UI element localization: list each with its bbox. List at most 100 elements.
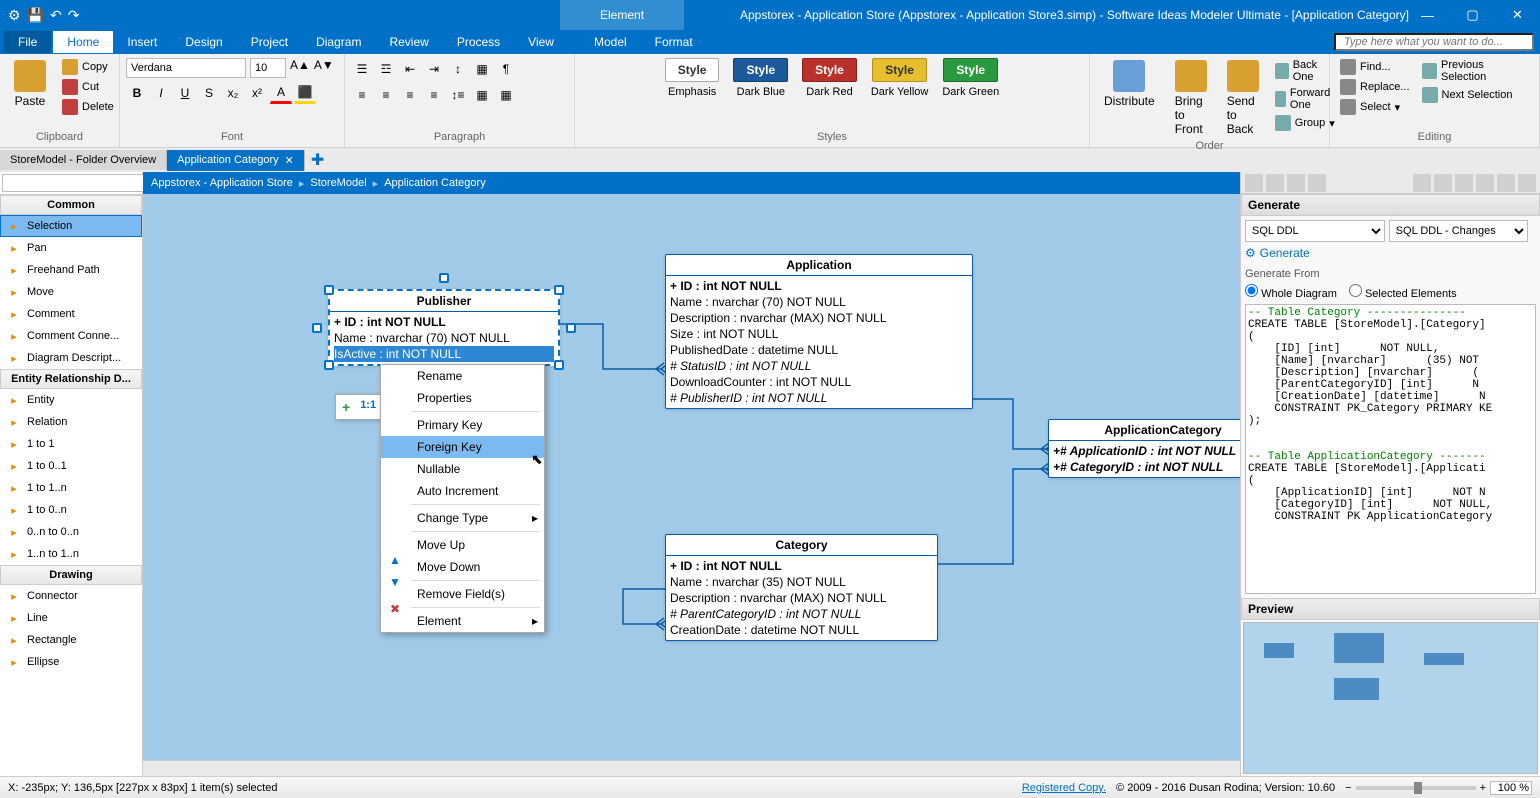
tool-move[interactable]: ▸Move	[0, 281, 142, 303]
underline-button[interactable]: U	[174, 82, 196, 104]
tab-design[interactable]: Design	[171, 31, 236, 53]
add-tab-button[interactable]: ✚	[305, 148, 330, 172]
zoom-value-input[interactable]	[1490, 781, 1532, 795]
toolbox-cat-erd[interactable]: Entity Relationship D...	[0, 369, 142, 389]
rt-icon[interactable]	[1455, 174, 1473, 192]
font-family-combo[interactable]	[126, 58, 246, 78]
paste-button[interactable]: Paste	[6, 58, 54, 110]
radio-selected-elements[interactable]: Selected Elements	[1349, 284, 1457, 300]
line-spacing-button[interactable]: ↕≡	[447, 84, 469, 106]
preview-minimap[interactable]	[1243, 622, 1538, 774]
close-button[interactable]: ✕	[1495, 0, 1540, 30]
gen-mode-select[interactable]: SQL DDL - Changes	[1389, 220, 1529, 242]
tool-freehand-path[interactable]: ▸Freehand Path	[0, 259, 142, 281]
tab-diagram[interactable]: Diagram	[302, 31, 375, 53]
breadcrumb-item[interactable]: Appstorex - Application Store	[151, 177, 293, 189]
indent-inc-button[interactable]: ⇥	[423, 58, 445, 80]
preview-panel-header[interactable]: Preview	[1241, 598, 1540, 620]
maximize-button[interactable]: ▢	[1450, 0, 1495, 30]
replace-button[interactable]: Replace...	[1336, 78, 1414, 96]
prev-selection-button[interactable]: Previous Selection	[1418, 58, 1533, 84]
style-dark-red[interactable]: StyleDark Red	[802, 58, 857, 98]
style-dark-blue[interactable]: StyleDark Blue	[733, 58, 788, 98]
ctx-foreign-key[interactable]: Foreign Key	[381, 436, 544, 458]
subscript-button[interactable]: x₂	[222, 82, 244, 104]
group-button[interactable]: Group ▾	[1271, 114, 1339, 132]
doc-tab-application-category[interactable]: Application Category✕	[167, 150, 305, 171]
entity-publisher[interactable]: Publisher + ID : int NOT NULL Name : nva…	[328, 289, 560, 366]
ctx-primary-key[interactable]: Primary Key	[381, 414, 544, 436]
grow-font-icon[interactable]: A▲	[290, 58, 310, 78]
entity-application[interactable]: Application + ID : int NOT NULLName : nv…	[665, 254, 973, 409]
doc-tab-storemodel[interactable]: StoreModel - Folder Overview	[0, 150, 167, 170]
style-dark-green[interactable]: StyleDark Green	[942, 58, 999, 98]
tool-line[interactable]: ▸Line	[0, 607, 142, 629]
ctx-element[interactable]: Element▸	[381, 610, 544, 632]
next-selection-button[interactable]: Next Selection	[1418, 86, 1533, 104]
rt-icon[interactable]	[1476, 174, 1494, 192]
qat-redo-icon[interactable]: ↷	[68, 7, 80, 24]
tool-1-to-0-n[interactable]: ▸1 to 0..n	[0, 499, 142, 521]
entity-field[interactable]: Name : nvarchar (70) NOT NULL	[334, 330, 554, 346]
mini-add-button[interactable]: +	[338, 397, 354, 417]
sql-output[interactable]: -- Table Category ---------------CREATE …	[1245, 304, 1536, 594]
rt-icon[interactable]	[1266, 174, 1284, 192]
entity-field[interactable]: Name : nvarchar (35) NOT NULL	[670, 574, 933, 590]
tool-ellipse[interactable]: ▸Ellipse	[0, 651, 142, 673]
entity-field[interactable]: + ID : int NOT NULL	[670, 278, 968, 294]
registered-copy-link[interactable]: Registered Copy.	[1022, 782, 1106, 794]
radio-whole-diagram[interactable]: Whole Diagram	[1245, 284, 1337, 300]
bullets-button[interactable]: ☰	[351, 58, 373, 80]
tab-insert[interactable]: Insert	[113, 31, 171, 53]
tab-view[interactable]: View	[514, 31, 568, 53]
para-marks-button[interactable]: ¶	[495, 58, 517, 80]
tool-pan[interactable]: ▸Pan	[0, 237, 142, 259]
rt-icon[interactable]	[1287, 174, 1305, 192]
align-justify-button[interactable]: ≡	[423, 84, 445, 106]
copy-button[interactable]: Copy	[58, 58, 118, 76]
rt-icon[interactable]	[1308, 174, 1326, 192]
tab-process[interactable]: Process	[443, 31, 514, 53]
horizontal-scrollbar[interactable]	[143, 760, 1240, 776]
borders2-button[interactable]: ▦	[471, 84, 493, 106]
shading-button[interactable]: ▦	[495, 84, 517, 106]
entity-field[interactable]: Name : nvarchar (70) NOT NULL	[670, 294, 968, 310]
cut-button[interactable]: Cut	[58, 78, 118, 96]
style-emphasis[interactable]: StyleEmphasis	[665, 58, 720, 98]
entity-field[interactable]: # PublisherID : int NOT NULL	[670, 390, 968, 406]
tool-connector[interactable]: ▸Connector	[0, 585, 142, 607]
numbering-button[interactable]: ☲	[375, 58, 397, 80]
tool-1-to-1-n[interactable]: ▸1 to 1..n	[0, 477, 142, 499]
tool-diagram-descript-[interactable]: ▸Diagram Descript...	[0, 347, 142, 369]
font-color-button[interactable]: A	[270, 82, 292, 104]
align-left-button[interactable]: ≡	[351, 84, 373, 106]
bring-front-button[interactable]: Bring to Front	[1167, 58, 1215, 138]
entity-category[interactable]: Category + ID : int NOT NULLName : nvarc…	[665, 534, 938, 641]
entity-field[interactable]: +# ApplicationID : int NOT NULL	[1053, 443, 1240, 459]
gen-type-select[interactable]: SQL DDL	[1245, 220, 1385, 242]
font-size-combo[interactable]	[250, 58, 286, 78]
rt-icon[interactable]	[1434, 174, 1452, 192]
tab-format[interactable]: Format	[641, 31, 707, 53]
tab-project[interactable]: Project	[237, 31, 302, 53]
shrink-font-icon[interactable]: A▼	[314, 58, 334, 78]
entity-field[interactable]: DownloadCounter : int NOT NULL	[670, 374, 968, 390]
close-tab-icon[interactable]: ✕	[285, 154, 294, 167]
tool-comment-conne-[interactable]: ▸Comment Conne...	[0, 325, 142, 347]
indent-dec-button[interactable]: ⇤	[399, 58, 421, 80]
send-back-button[interactable]: Send to Back	[1219, 58, 1267, 138]
ctx-remove-field-s-[interactable]: Remove Field(s)✖	[381, 583, 544, 605]
minimize-button[interactable]: ―	[1405, 0, 1450, 30]
entity-field[interactable]: # ParentCategoryID : int NOT NULL	[670, 606, 933, 622]
file-menu[interactable]: File	[4, 31, 51, 53]
ctx-move-up[interactable]: Move Up▲	[381, 534, 544, 556]
breadcrumb-item[interactable]: StoreModel	[310, 177, 366, 189]
zoom-in-button[interactable]: +	[1480, 782, 1486, 794]
entity-field[interactable]: Description : nvarchar (MAX) NOT NULL	[670, 310, 968, 326]
mini-11-button[interactable]: 1:1	[356, 397, 380, 417]
forward-one-button[interactable]: Forward One	[1271, 86, 1339, 112]
find-button[interactable]: Find...	[1336, 58, 1414, 76]
ctx-auto-increment[interactable]: Auto Increment	[381, 480, 544, 502]
rt-icon[interactable]	[1497, 174, 1515, 192]
sort-button[interactable]: ↕	[447, 58, 469, 80]
